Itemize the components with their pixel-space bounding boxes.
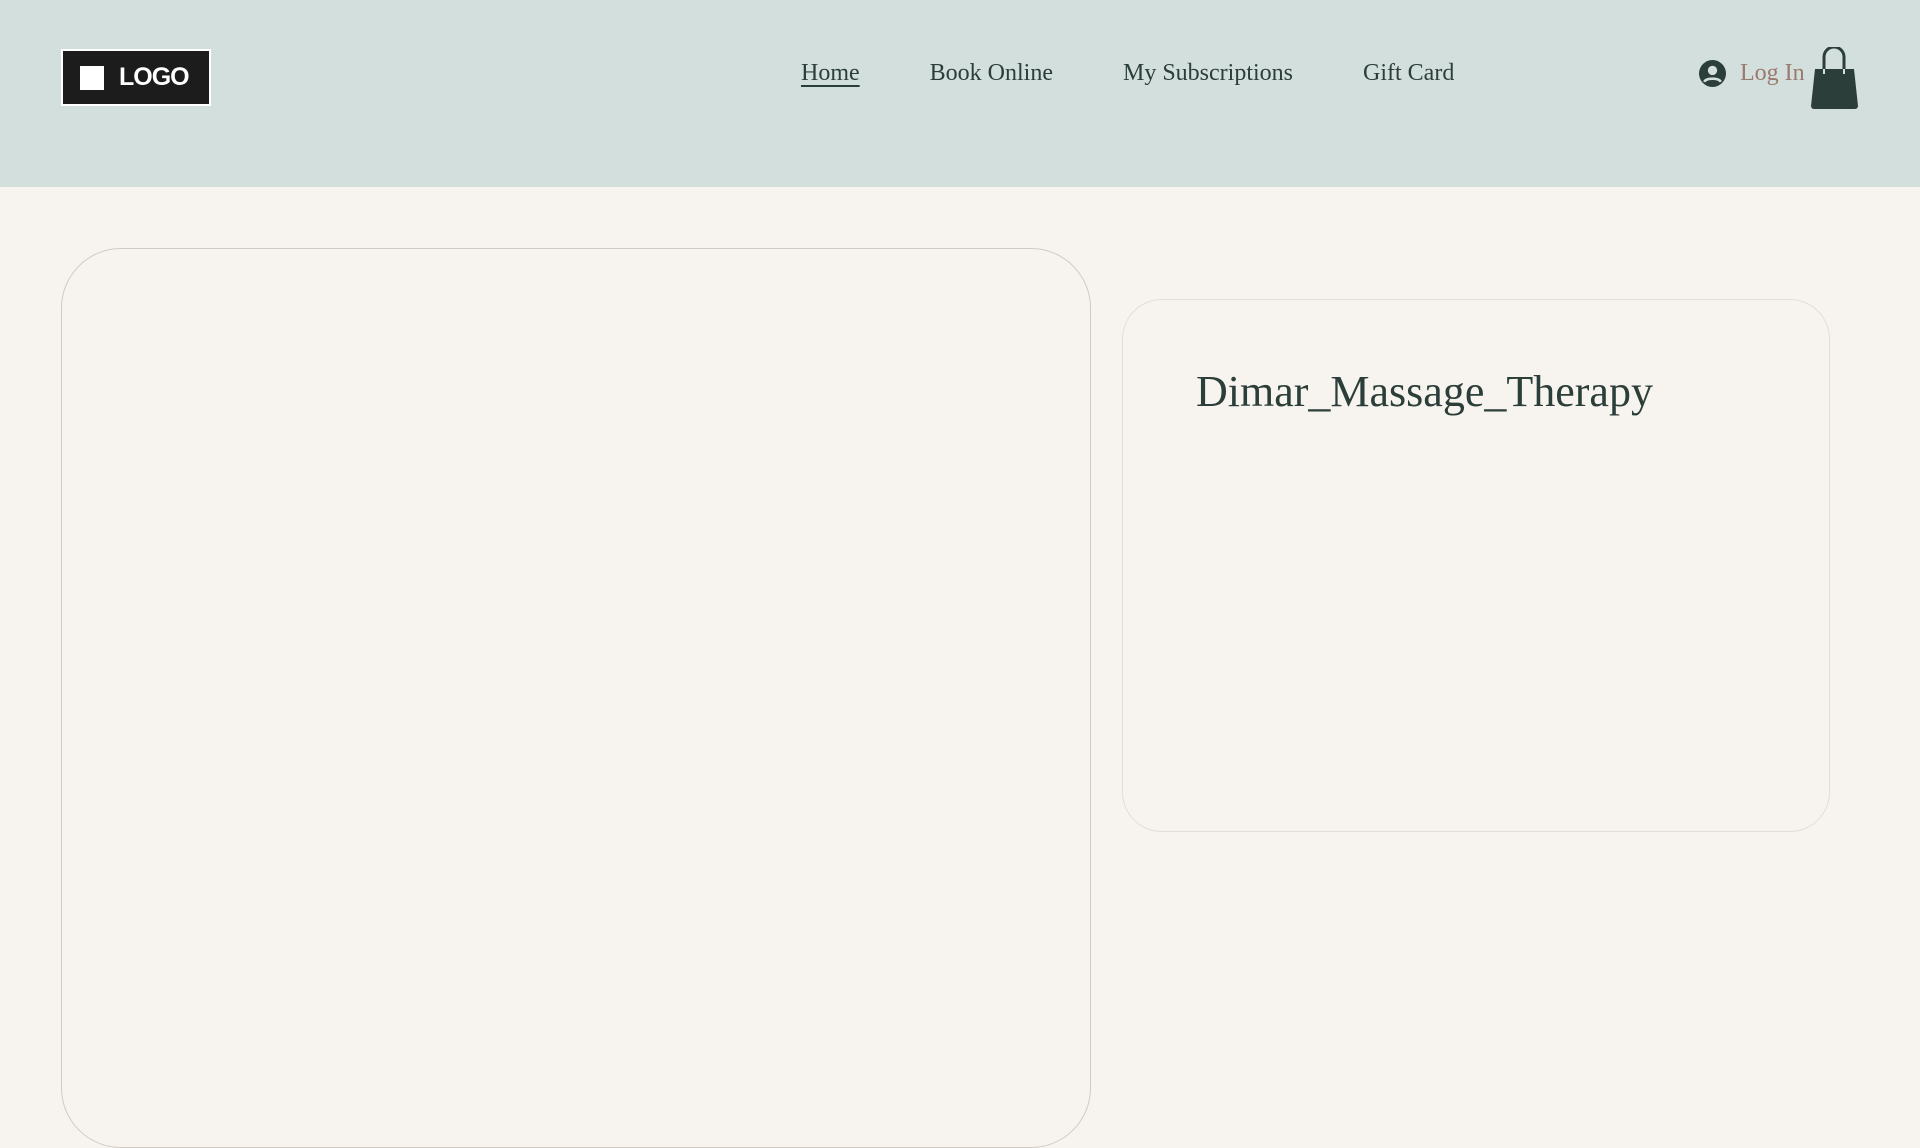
shopping-bag-icon[interactable] bbox=[1810, 47, 1859, 109]
business-info-card: Dimar_Massage_Therapy bbox=[1122, 299, 1830, 832]
logo-square-icon bbox=[80, 65, 104, 90]
business-name: Dimar_Massage_Therapy bbox=[1196, 367, 1653, 416]
logo-text: LOGO bbox=[119, 63, 190, 91]
image-placeholder-card bbox=[61, 248, 1091, 1148]
nav-my-subscriptions[interactable]: My Subscriptions bbox=[1123, 60, 1293, 87]
nav-home[interactable]: Home bbox=[801, 60, 860, 87]
logo[interactable]: LOGO bbox=[61, 49, 211, 106]
nav-gift-card[interactable]: Gift Card bbox=[1363, 60, 1454, 87]
user-avatar-icon bbox=[1699, 60, 1726, 87]
site-header: LOGO Home Book Online My Subscriptions G… bbox=[0, 0, 1920, 187]
nav-book-online[interactable]: Book Online bbox=[930, 60, 1053, 87]
login-button[interactable]: Log In bbox=[1699, 60, 1805, 87]
main-nav: Home Book Online My Subscriptions Gift C… bbox=[801, 60, 1454, 87]
login-label: Log In bbox=[1740, 60, 1805, 86]
